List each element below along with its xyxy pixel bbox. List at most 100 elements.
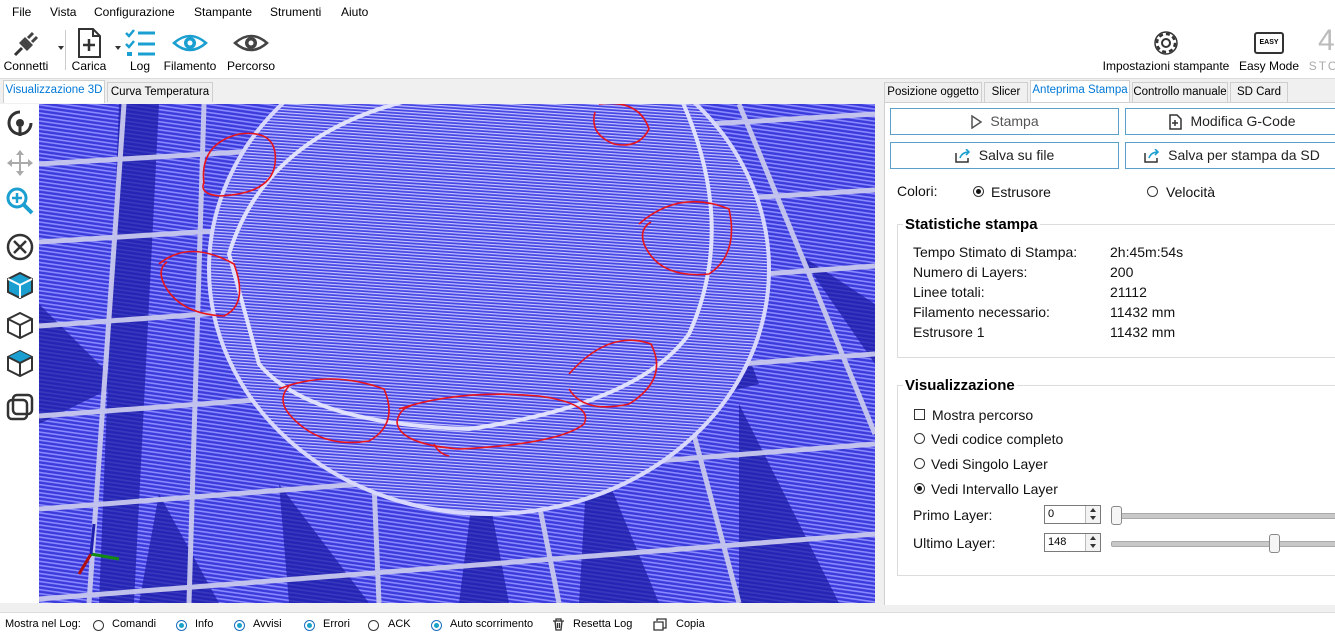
print-preview-render (39, 104, 875, 603)
save-sd-button[interactable]: Salva per stampa da SD (1125, 142, 1335, 169)
top-view-icon[interactable] (5, 348, 35, 378)
save-file-button[interactable]: Salva su file (890, 142, 1119, 169)
load-dropdown-icon[interactable] (115, 46, 121, 50)
stat-value: 11432 mm (1110, 324, 1176, 340)
view-tools-sidebar (0, 104, 39, 603)
menu-configuration[interactable]: Configurazione (94, 5, 175, 19)
iso-view-icon[interactable] (5, 270, 35, 300)
tab-print-preview[interactable]: Anteprima Stampa (1030, 80, 1130, 103)
rotate-view-icon[interactable] (5, 108, 35, 138)
tab-sd-card[interactable]: SD Card (1230, 82, 1288, 102)
edit-file-icon (1169, 114, 1183, 131)
log-commands-toggle[interactable] (93, 620, 104, 631)
log-warnings-toggle[interactable] (234, 620, 245, 631)
right-tabbar: Posizione oggetto Slicer Anteprima Stamp… (884, 80, 1335, 103)
last-layer-slider[interactable] (1111, 541, 1335, 547)
last-layer-spinbox[interactable]: 148 (1044, 533, 1101, 552)
first-layer-spinbox[interactable]: 0 (1044, 505, 1101, 524)
menu-file[interactable]: File (12, 5, 31, 19)
log-autoscroll-toggle[interactable] (431, 620, 442, 631)
copy-log-button[interactable]: Copia (676, 618, 705, 630)
color-extruder-radio[interactable] (973, 186, 984, 197)
load-button[interactable]: Carica (68, 24, 110, 78)
spin-arrows-icon[interactable] (1085, 534, 1100, 551)
stat-label: Numero di Layers: (913, 264, 1028, 280)
path-button[interactable]: Percorso (222, 24, 280, 78)
tab-3d-view[interactable]: Visualizzazione 3D (3, 80, 105, 103)
stat-label: Filamento necessario: (913, 304, 1050, 320)
stat-label: Tempo Stimato di Stampa: (913, 244, 1078, 260)
view-single-label[interactable]: Vedi Singolo Layer (931, 456, 1048, 472)
log-filter-label: Mostra nel Log: (5, 618, 81, 630)
view-full-label[interactable]: Vedi codice completo (931, 431, 1063, 447)
log-autoscroll-label[interactable]: Auto scorrimento (450, 618, 533, 630)
zoom-icon[interactable] (5, 186, 35, 216)
color-speed-label[interactable]: Velocità (1166, 184, 1215, 200)
fit-view-icon[interactable] (5, 232, 35, 262)
first-layer-label: Primo Layer: (913, 507, 993, 523)
spin-arrows-icon[interactable] (1085, 506, 1100, 523)
stat-value: 2h:45m:54s (1110, 244, 1184, 260)
log-ack-toggle[interactable] (368, 620, 379, 631)
printer-settings-button[interactable]: Impostazioni stampante (1098, 24, 1234, 78)
tab-object-position[interactable]: Posizione oggetto (884, 82, 982, 102)
color-speed-radio[interactable] (1147, 186, 1158, 197)
list-check-icon (125, 29, 155, 56)
first-layer-slider-thumb[interactable] (1111, 506, 1122, 525)
copy-icon[interactable] (653, 618, 667, 631)
connect-button[interactable]: Connetti (0, 24, 52, 78)
stat-label: Linee totali: (913, 284, 985, 300)
colors-label: Colori: (897, 183, 938, 199)
easy-mode-button[interactable]: EASY Easy Mode (1238, 24, 1300, 78)
log-button[interactable]: Log (122, 24, 158, 78)
tab-slicer[interactable]: Slicer (984, 82, 1028, 102)
stop-icon: 4 (1318, 24, 1335, 57)
color-extruder-label[interactable]: Estrusore (991, 184, 1051, 200)
plug-icon (13, 31, 39, 57)
easy-mode-icon: EASY (1254, 32, 1284, 54)
show-path-label[interactable]: Mostra percorso (932, 407, 1033, 423)
view-full-radio[interactable] (914, 433, 925, 444)
edit-gcode-button[interactable]: Modifica G-Code (1125, 108, 1335, 135)
move-view-icon[interactable] (5, 148, 35, 178)
menu-printer[interactable]: Stampante (194, 5, 252, 19)
stop-button[interactable]: 4 STO (1304, 24, 1335, 78)
log-warnings-label[interactable]: Avvisi (253, 618, 282, 630)
menu-tools[interactable]: Strumenti (270, 5, 321, 19)
log-errors-toggle[interactable] (304, 620, 315, 631)
last-layer-slider-thumb[interactable] (1268, 534, 1280, 553)
filament-button[interactable]: Filamento (160, 24, 220, 78)
menu-help[interactable]: Aiuto (341, 5, 368, 19)
first-layer-slider[interactable] (1111, 513, 1335, 519)
view-range-radio[interactable] (914, 483, 925, 494)
add-file-icon (78, 28, 101, 58)
connect-dropdown-icon[interactable] (58, 46, 64, 50)
log-errors-label[interactable]: Errori (323, 618, 350, 630)
menu-bar: File Vista Configurazione Stampante Stru… (0, 0, 1335, 24)
view-single-radio[interactable] (914, 458, 925, 469)
view-range-label[interactable]: Vedi Intervallo Layer (931, 481, 1058, 497)
print-button[interactable]: Stampa (890, 108, 1119, 135)
gear-icon (1154, 31, 1178, 55)
trash-icon[interactable] (552, 618, 565, 631)
stat-value: 200 (1110, 264, 1134, 280)
print-preview-panel: Stampa Modifica G-Code Salva su file Sal… (884, 102, 1335, 605)
visualization-title: Visualizzazione (903, 377, 1017, 394)
toggle-objects-icon[interactable] (5, 392, 35, 422)
log-info-toggle[interactable] (176, 620, 187, 631)
menu-view[interactable]: Vista (50, 5, 76, 19)
log-commands-label[interactable]: Comandi (112, 618, 156, 630)
show-path-checkbox[interactable] (914, 409, 925, 420)
reset-log-button[interactable]: Resetta Log (573, 618, 632, 630)
eye-outline-icon (233, 34, 269, 52)
front-view-icon[interactable] (5, 310, 35, 340)
play-icon (971, 114, 983, 130)
tab-manual-control[interactable]: Controllo manuale (1132, 82, 1228, 102)
3d-viewport[interactable] (39, 104, 875, 603)
log-ack-label[interactable]: ACK (388, 618, 411, 630)
log-info-label[interactable]: Info (195, 618, 213, 630)
tab-temperature-curve[interactable]: Curva Temperatura (107, 82, 213, 102)
stat-label: Estrusore 1 (913, 324, 985, 340)
export-sd-icon (1144, 148, 1160, 164)
last-layer-label: Ultimo Layer: (913, 535, 996, 551)
